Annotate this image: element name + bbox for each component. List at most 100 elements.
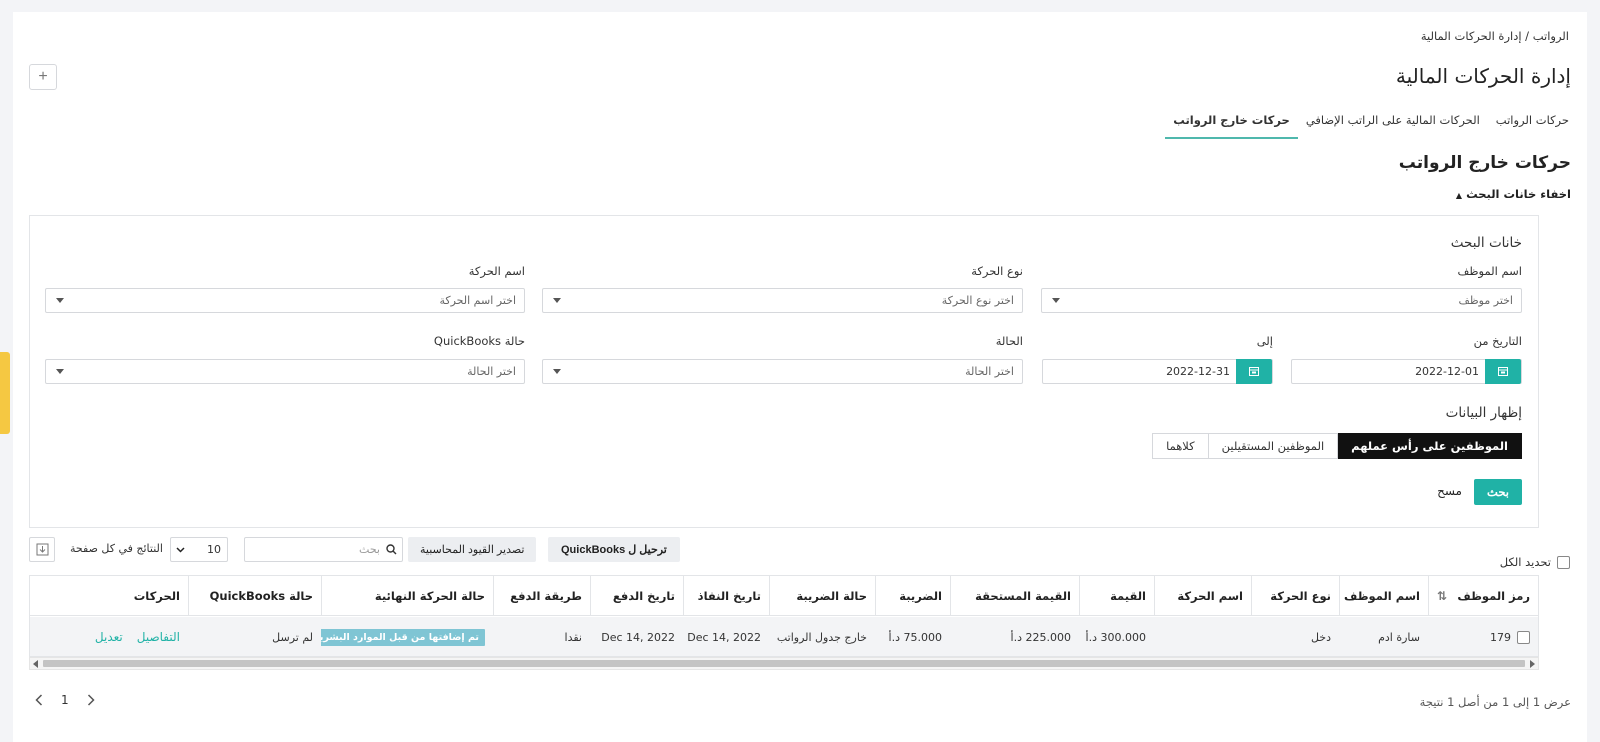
employee-select[interactable]: اختر موظف [1041, 288, 1522, 313]
add-button[interactable]: + [29, 64, 57, 90]
tab-payroll-movements[interactable]: حركات الرواتب [1488, 108, 1577, 139]
select-all-checkbox[interactable] [1557, 555, 1570, 569]
cell-value: 300.000 د.أ [1085, 630, 1146, 644]
table-search-placeholder: بحث [359, 543, 380, 556]
status-label: الحالة [995, 334, 1023, 348]
movement-name-select[interactable]: اختر اسم الحركة [45, 288, 525, 313]
cell-tax-status: خارج جدول الرواتب [776, 630, 867, 644]
col-header-value: القيمة [1079, 576, 1154, 615]
calendar-icon [1498, 367, 1508, 376]
next-page-button[interactable] [81, 690, 101, 710]
horizontal-scrollbar[interactable] [29, 657, 1539, 670]
clear-button[interactable]: مسح [1437, 484, 1462, 498]
pagination: 1 [29, 690, 101, 710]
scroll-right-icon[interactable] [1530, 660, 1535, 668]
download-button[interactable] [29, 537, 55, 562]
table-search-input[interactable]: بحث [244, 537, 403, 562]
option-both[interactable]: كلاهما [1152, 433, 1209, 459]
movement-name-label: اسم الحركة [468, 264, 525, 278]
option-resigned-employees[interactable]: الموظفين المستقيلين [1207, 433, 1339, 459]
cell-payment-date: Dec 14, 2022 [601, 630, 675, 644]
employee-placeholder: اختر موظف [1458, 294, 1513, 307]
col-header-payment-method: طريقة الدفع [493, 576, 590, 615]
export-entries-button[interactable]: تصدير القيود المحاسبية [408, 537, 537, 562]
col-header-employee-code[interactable]: رمز الموظف ⇅ [1428, 576, 1538, 615]
cell-employee-code: 179 [1428, 617, 1538, 656]
calendar-icon [1249, 367, 1259, 376]
movement-name-placeholder: اختر اسم الحركة [439, 294, 516, 307]
col-header-actions: الحركات [133, 588, 180, 603]
per-page-value: 10 [207, 543, 221, 556]
cell-movement-name [1154, 617, 1251, 656]
status-select[interactable]: اختر الحالة [542, 359, 1023, 384]
page-number[interactable]: 1 [61, 693, 69, 707]
col-header-qb-status: حالة QuickBooks [188, 576, 321, 615]
date-from-input[interactable]: 2022-12-01 [1291, 359, 1522, 384]
tab-additional-salary-movements[interactable]: الحركات المالية على الراتب الإضافي [1298, 108, 1488, 139]
chevron-down-icon [1052, 298, 1060, 303]
section-title: حركات خارج الرواتب [1398, 153, 1571, 173]
status-placeholder: اختر الحالة [965, 365, 1014, 378]
tab-off-payroll-movements[interactable]: حركات خارج الرواتب [1165, 108, 1298, 139]
col-header-movement-type: نوع الحركة [1251, 576, 1339, 615]
post-to-quickbooks-button[interactable]: ترحيل ل QuickBooks [548, 537, 680, 562]
calendar-button[interactable] [1236, 359, 1272, 384]
chevron-down-icon [176, 547, 185, 553]
edit-link[interactable]: تعديل [95, 630, 123, 644]
option-active-employees[interactable]: الموظفين على رأس عملهم [1337, 433, 1522, 459]
cell-tax: 75.000 د.أ [888, 630, 942, 644]
search-button[interactable]: بحث [1474, 479, 1522, 505]
download-icon [36, 543, 49, 556]
page: الرواتب / إدارة الحركات المالية + إدارة … [13, 12, 1587, 742]
chevron-right-icon [87, 694, 95, 706]
col-header-tax: الضريبة [875, 576, 950, 615]
chevron-down-icon [56, 369, 64, 374]
col-header-employee-name: اسم الموظف [1339, 576, 1428, 615]
details-link[interactable]: التفاصيل [137, 630, 180, 644]
caret-up-icon: ▲ [1455, 191, 1463, 200]
movement-type-select[interactable]: اختر نوع الحركة [542, 288, 1023, 313]
toggle-search-link[interactable]: اخفاء خانات البحث ▲ [1456, 187, 1571, 201]
page-title: إدارة الحركات المالية [1395, 64, 1571, 88]
side-feedback-tab[interactable] [0, 352, 10, 434]
cell-movement-type: دخل [1310, 630, 1331, 644]
tabs: حركات الرواتب الحركات المالية على الراتب… [1165, 108, 1577, 139]
breadcrumb[interactable]: الرواتب / إدارة الحركات المالية [1421, 29, 1569, 43]
movement-type-label: نوع الحركة [971, 264, 1023, 278]
per-page-label: النتائج في كل صفحة [70, 542, 163, 555]
date-from-label: التاريخ من [1473, 334, 1522, 348]
result-summary: عرض 1 إلى 1 من أصل 1 نتيجة [1419, 695, 1571, 709]
per-page-select[interactable]: 10 [170, 537, 228, 562]
col-header-movement-name: اسم الحركة [1154, 576, 1251, 615]
search-panel-title: خانات البحث [1450, 235, 1522, 251]
date-to-input[interactable]: 2022-12-31 [1042, 359, 1273, 384]
date-from-value: 2022-12-01 [1415, 365, 1479, 378]
row-checkbox[interactable] [1517, 630, 1530, 644]
col-header-due-value: القيمة المستحقة [950, 576, 1079, 615]
qb-status-label: حالة QuickBooks [433, 334, 525, 348]
employee-code-value: 179 [1490, 630, 1511, 644]
date-to-value: 2022-12-31 [1166, 365, 1230, 378]
table-row: 179 سارة ادم دخل 300.000 د.أ 225.000 د.أ… [30, 617, 1538, 656]
col-header-final-status: حالة الحركة النهائية [321, 576, 493, 615]
select-all[interactable]: تحديد الكل [1500, 555, 1570, 569]
chevron-down-icon [553, 369, 561, 374]
prev-page-button[interactable] [29, 690, 49, 710]
chevron-down-icon [56, 298, 64, 303]
col-header-label: رمز الموظف [1457, 588, 1530, 603]
qb-status-select[interactable]: اختر الحالة [45, 359, 525, 384]
col-header-effective-date: تاريخ النفاذ [683, 576, 769, 615]
search-panel: خانات البحث اسم الموظف اختر موظف نوع الح… [29, 215, 1539, 528]
chevron-left-icon [35, 694, 43, 706]
scrollbar-thumb[interactable] [43, 660, 1525, 667]
chevron-down-icon [553, 298, 561, 303]
sort-icon[interactable]: ⇅ [1437, 589, 1447, 603]
calendar-button[interactable] [1485, 359, 1521, 384]
cell-final-status: تم إضافتها من قبل الموارد البشرية [321, 617, 493, 656]
scroll-left-icon[interactable] [33, 660, 38, 668]
cell-actions: التفاصيل تعديل [30, 617, 188, 656]
cell-due-value: 225.000 د.أ [1010, 630, 1071, 644]
table-header-row: رمز الموظف ⇅ اسم الموظف نوع الحركة اسم ا… [30, 576, 1538, 616]
movements-table: رمز الموظف ⇅ اسم الموظف نوع الحركة اسم ا… [29, 575, 1539, 657]
qb-status-placeholder: اختر الحالة [467, 365, 516, 378]
